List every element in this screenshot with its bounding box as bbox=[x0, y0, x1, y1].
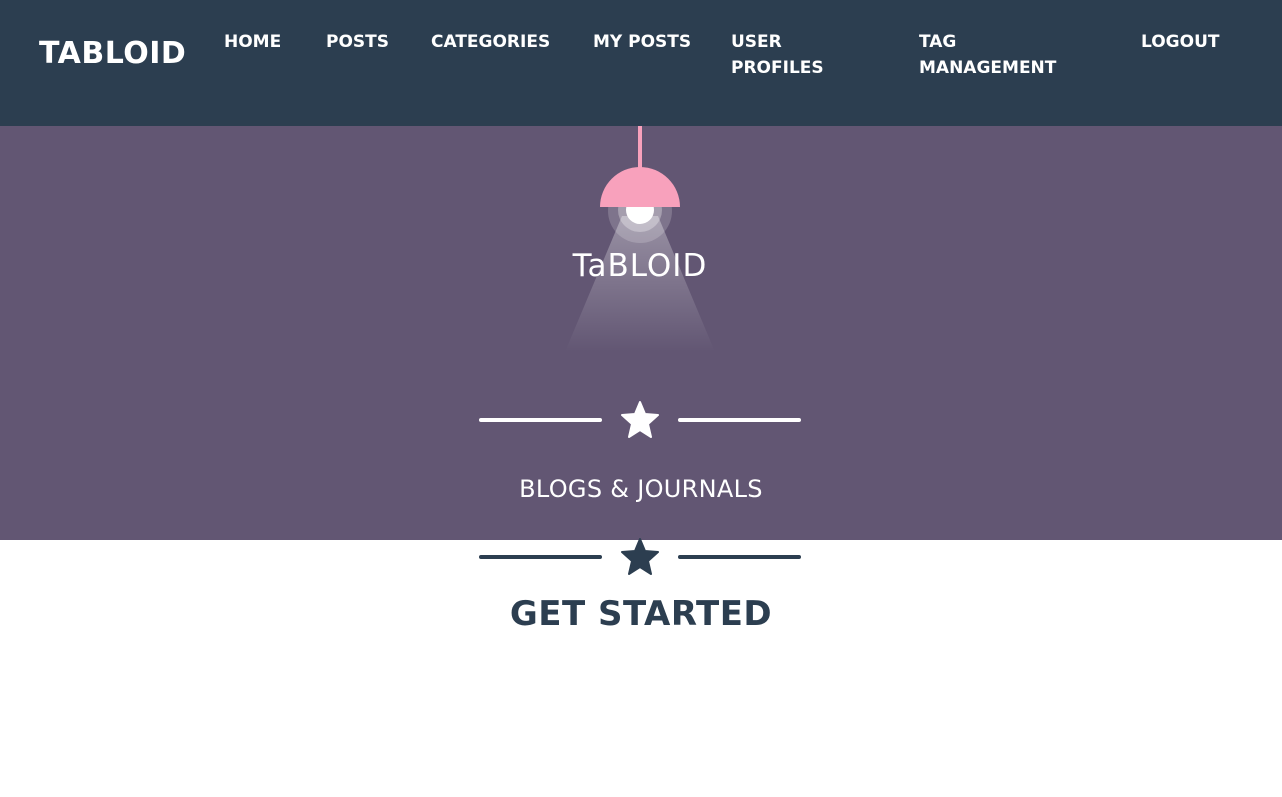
divider-line-left bbox=[479, 555, 602, 559]
nav-link-posts[interactable]: POSTS bbox=[326, 29, 389, 55]
hero-banner: TaBLOID BLOGS & JOURNALS bbox=[0, 126, 1282, 540]
hero-logo-text: TaBLOID bbox=[572, 248, 708, 284]
divider-line-left bbox=[479, 418, 602, 422]
top-navbar: TABLOID HOME POSTS CATEGORIES MY POSTS U… bbox=[0, 0, 1282, 126]
divider-line-right bbox=[678, 418, 801, 422]
nav-link-my-posts[interactable]: MY POSTS bbox=[593, 29, 693, 55]
hero-tagline: BLOGS & JOURNALS bbox=[519, 475, 763, 503]
star-icon bbox=[621, 401, 659, 438]
nav-link-user-profiles[interactable]: USER PROFILES bbox=[731, 29, 861, 81]
section-divider bbox=[479, 537, 802, 577]
get-started-heading: GET STARTED bbox=[509, 594, 773, 634]
nav-link-categories[interactable]: CATEGORIES bbox=[431, 29, 550, 55]
star-icon bbox=[621, 538, 659, 575]
hero-divider bbox=[479, 400, 802, 440]
nav-link-tag-management[interactable]: TAG MANAGEMENT bbox=[919, 29, 1079, 81]
brand-logo-link[interactable]: TABLOID bbox=[39, 34, 186, 74]
divider-line-right bbox=[678, 555, 801, 559]
nav-link-home[interactable]: HOME bbox=[224, 29, 281, 55]
nav-link-logout[interactable]: LOGOUT bbox=[1141, 29, 1219, 55]
